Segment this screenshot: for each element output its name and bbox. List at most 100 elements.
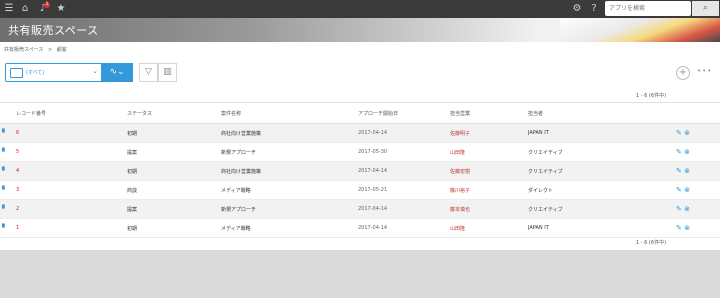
record-owner: クリエイティブ xyxy=(526,161,646,181)
delete-icon[interactable]: ⊗ xyxy=(684,129,690,137)
table-row: ▘ 3 商談 メディア戦略 2017-05-21 藤川裕子 ダイレクト ✎ ⊗ xyxy=(0,180,720,200)
record-sales[interactable]: 山田隆 xyxy=(448,142,526,162)
app-search-input[interactable] xyxy=(605,1,693,16)
record-date: 2017-05-30 xyxy=(356,142,448,162)
list-view-icon xyxy=(10,68,23,78)
record-sales[interactable]: 佐藤宏樹 xyxy=(448,161,526,181)
record-owner: クリエイティブ xyxy=(526,142,646,162)
record-date: 2017-04-14 xyxy=(356,199,448,219)
home-icon[interactable]: ⌂ xyxy=(19,3,31,15)
row-actions: ✎ ⊗ xyxy=(646,218,720,238)
record-detail-icon[interactable]: ▘ xyxy=(0,199,14,219)
column-header[interactable]: 担当営業 xyxy=(448,102,526,124)
view-selector[interactable]: (すべて) ⌄ xyxy=(5,63,103,82)
pagination-bottom: 1 - 6 (6件中) xyxy=(636,240,667,246)
column-header[interactable]: 担当者 xyxy=(526,102,646,124)
record-number: 4 xyxy=(14,161,125,181)
table-row: ▘ 4 初期 商社向け営業施策 2017-04-14 佐藤宏樹 クリエイティブ … xyxy=(0,161,720,181)
menu-icon[interactable]: ☰ xyxy=(3,3,15,15)
breadcrumb: 共有販売スペース > 顧客 xyxy=(4,46,70,53)
record-name: メディア戦略 xyxy=(219,218,356,238)
breadcrumb-separator: > xyxy=(48,47,53,53)
chevron-down-icon: ⌄ xyxy=(92,67,98,75)
edit-icon[interactable]: ✎ xyxy=(676,148,682,156)
table-row: ▘ 1 初期 メディア戦略 2017-04-14 山田隆 JAPAN IT ✎ … xyxy=(0,218,720,238)
notification-badge: 1 xyxy=(44,2,50,8)
record-number: 6 xyxy=(14,123,125,143)
delete-icon[interactable]: ⊗ xyxy=(684,167,690,175)
edit-icon[interactable]: ✎ xyxy=(676,167,682,175)
breadcrumb-app[interactable]: 顧客 xyxy=(57,47,67,53)
pagination-top: 1 - 6 (6件中) xyxy=(636,93,667,99)
table-header-spacer xyxy=(0,102,14,124)
add-record-button[interactable]: + xyxy=(676,66,690,80)
record-status: 初期 xyxy=(125,218,219,238)
column-header[interactable]: ステータス xyxy=(125,102,219,124)
row-actions: ✎ ⊗ xyxy=(646,199,720,219)
main-content: 共有販売スペース > 顧客 (すべて) ⌄ ∿⌄ ▽ ▥ + ••• 1 - 6… xyxy=(0,42,720,250)
table-row: ▘ 6 初期 商社向け営業施策 2017-04-14 佐藤明子 JAPAN IT… xyxy=(0,123,720,143)
search-button[interactable]: ⌕ xyxy=(692,1,719,16)
table-row: ▘ 5 提案 新規アプローチ 2017-05-30 山田隆 クリエイティブ ✎ … xyxy=(0,142,720,162)
delete-icon[interactable]: ⊗ xyxy=(684,205,690,213)
more-options-icon[interactable]: ••• xyxy=(697,67,712,75)
record-detail-icon[interactable]: ▘ xyxy=(0,161,14,181)
filter-button[interactable]: ▽ xyxy=(139,63,158,82)
record-number: 5 xyxy=(14,142,125,162)
graph-icon: ∿⌄ xyxy=(109,67,125,77)
records-table: レコード番号 ステータス 案件名称 アプローチ開始日 担当営業 担当者 ▘ 6 … xyxy=(0,102,720,238)
record-status: 提案 xyxy=(125,199,219,219)
filter-icon: ▽ xyxy=(145,67,152,77)
record-sales[interactable]: 藤本慎也 xyxy=(448,199,526,219)
record-date: 2017-04-14 xyxy=(356,161,448,181)
record-detail-icon[interactable]: ▘ xyxy=(0,142,14,162)
record-status: 初期 xyxy=(125,123,219,143)
delete-icon[interactable]: ⊗ xyxy=(684,148,690,156)
delete-icon[interactable]: ⊗ xyxy=(684,224,690,232)
plus-icon: + xyxy=(678,67,688,78)
help-icon[interactable]: ? xyxy=(588,3,600,15)
record-owner: JAPAN IT xyxy=(526,123,646,143)
bar-chart-icon: ▥ xyxy=(163,67,172,77)
star-icon[interactable]: ★ xyxy=(55,3,67,15)
record-name: 新規アプローチ xyxy=(219,142,356,162)
record-detail-icon[interactable]: ▘ xyxy=(0,180,14,200)
record-name: 商社向け営業施策 xyxy=(219,123,356,143)
view-selector-label: (すべて) xyxy=(26,70,45,76)
record-sales[interactable]: 佐藤明子 xyxy=(448,123,526,143)
top-bar: ☰ ⌂ ♪ 1 ★ ⚙ ? ⌕ xyxy=(0,0,720,18)
chart-button[interactable]: ▥ xyxy=(158,63,177,82)
column-header[interactable]: 案件名称 xyxy=(219,102,356,124)
search-icon: ⌕ xyxy=(702,3,709,13)
row-actions: ✎ ⊗ xyxy=(646,161,720,181)
column-header[interactable]: アプローチ開始日 xyxy=(356,102,448,124)
edit-icon[interactable]: ✎ xyxy=(676,129,682,137)
gear-icon[interactable]: ⚙ xyxy=(571,3,583,15)
record-owner: ダイレクト xyxy=(526,180,646,200)
row-actions: ✎ ⊗ xyxy=(646,142,720,162)
record-number: 3 xyxy=(14,180,125,200)
record-detail-icon[interactable]: ▘ xyxy=(0,123,14,143)
delete-icon[interactable]: ⊗ xyxy=(684,186,690,194)
record-number: 2 xyxy=(14,199,125,219)
record-status: 提案 xyxy=(125,142,219,162)
record-detail-icon[interactable]: ▘ xyxy=(0,218,14,238)
record-sales[interactable]: 藤川裕子 xyxy=(448,180,526,200)
edit-icon[interactable]: ✎ xyxy=(676,224,682,232)
space-header xyxy=(0,18,720,42)
record-name: 新規アプローチ xyxy=(219,199,356,219)
edit-icon[interactable]: ✎ xyxy=(676,186,682,194)
breadcrumb-space[interactable]: 共有販売スペース xyxy=(4,47,43,53)
table-row: ▘ 2 提案 新規アプローチ 2017-04-14 藤本慎也 クリエイティブ ✎… xyxy=(0,199,720,219)
table-header-actions xyxy=(646,102,720,124)
record-date: 2017-04-14 xyxy=(356,218,448,238)
record-date: 2017-05-21 xyxy=(356,180,448,200)
record-name: メディア戦略 xyxy=(219,180,356,200)
record-status: 商談 xyxy=(125,180,219,200)
record-sales[interactable]: 山田隆 xyxy=(448,218,526,238)
header-cover-image xyxy=(560,18,720,42)
edit-icon[interactable]: ✎ xyxy=(676,205,682,213)
graph-button[interactable]: ∿⌄ xyxy=(101,63,133,82)
row-actions: ✎ ⊗ xyxy=(646,180,720,200)
column-header[interactable]: レコード番号 xyxy=(14,102,125,124)
